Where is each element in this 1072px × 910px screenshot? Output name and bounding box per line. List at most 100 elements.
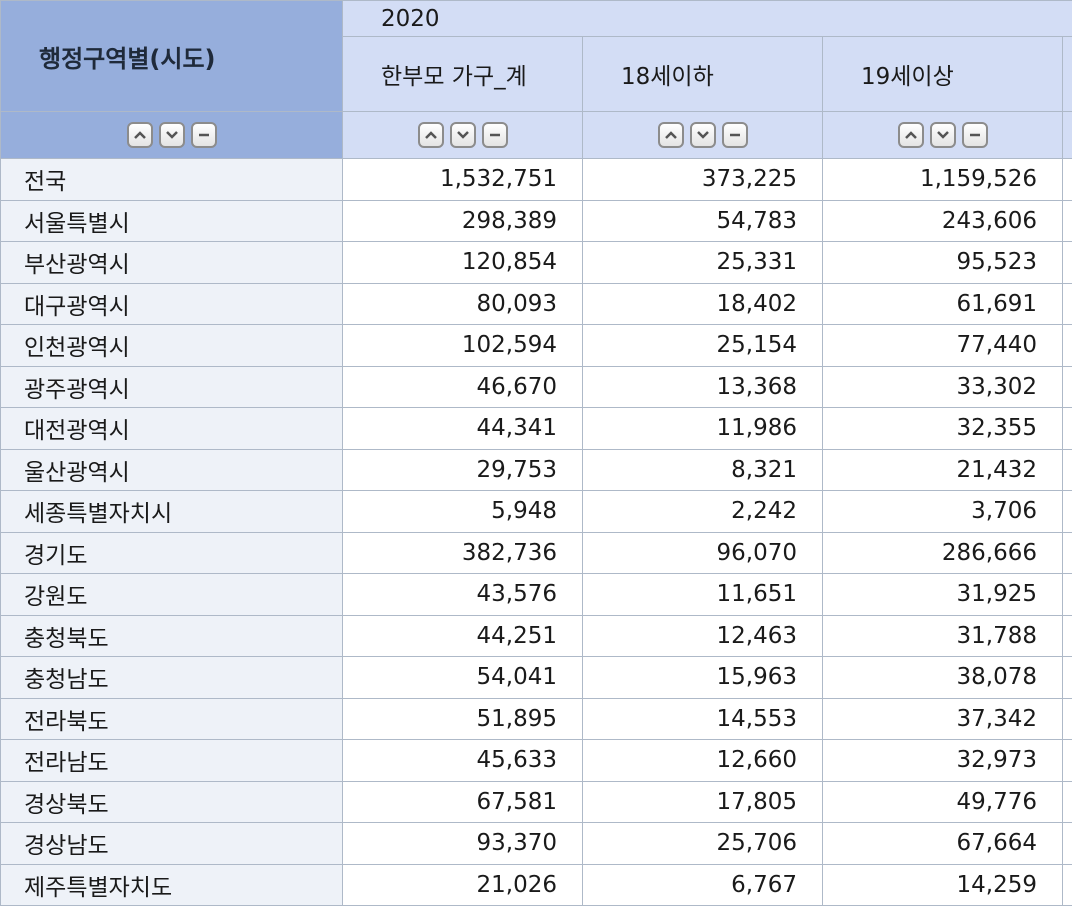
- value-cell: 25,154: [582, 324, 823, 367]
- region-label: 전국: [0, 158, 343, 201]
- region-label: 대전광역시: [0, 407, 343, 450]
- table-row: 세종특별자치시 5,948 2,242 3,706: [0, 490, 1072, 533]
- column-controls-cell: [822, 111, 1063, 159]
- sort-descending-button[interactable]: [689, 122, 716, 148]
- value-cell: 32,973: [822, 739, 1063, 782]
- table-row: 전국 1,532,751 373,225 1,159,526: [0, 158, 1072, 201]
- value-cell: 6,767: [582, 863, 823, 906]
- column-controls-cell: [342, 111, 583, 159]
- stub-header: 행정구역별(시도): [0, 0, 343, 112]
- value-cell: 3,706: [822, 490, 1063, 533]
- chevron-down-icon: [696, 131, 709, 139]
- value-cell: 54,783: [582, 199, 823, 242]
- value-cell: 21,432: [822, 448, 1063, 491]
- value-cell: 51,895: [342, 697, 583, 740]
- value-cell: 37,342: [822, 697, 1063, 740]
- sort-ascending-button[interactable]: [417, 122, 444, 148]
- region-label: 부산광역시: [0, 241, 343, 284]
- overflow-cell: [1061, 282, 1072, 325]
- overflow-cell: [1061, 199, 1072, 242]
- sort-controls: [126, 122, 217, 148]
- remove-item-button[interactable]: [961, 122, 988, 148]
- remove-item-button[interactable]: [721, 122, 748, 148]
- value-cell: 102,594: [342, 324, 583, 367]
- table-row: 강원도 43,576 11,651 31,925: [0, 573, 1072, 616]
- table-row: 경상남도 93,370 25,706 67,664: [0, 822, 1072, 865]
- value-cell: 44,341: [342, 407, 583, 450]
- pivot-grid: 행정구역별(시도) 2020 한부모 가구_계 18세이하 19세이상 전국 1…: [0, 0, 1072, 910]
- value-cell: 46,670: [342, 365, 583, 408]
- column-controls-overflow: [1061, 111, 1072, 159]
- value-cell: 2,242: [582, 490, 823, 533]
- overflow-cell: [1061, 656, 1072, 699]
- region-label: 경기도: [0, 531, 343, 574]
- value-cell: 12,660: [582, 739, 823, 782]
- value-cell: 43,576: [342, 573, 583, 616]
- table-row: 충청북도 44,251 12,463 31,788: [0, 614, 1072, 657]
- table-row: 충청남도 54,041 15,963 38,078: [0, 656, 1072, 699]
- table-row: 경기도 382,736 96,070 286,666: [0, 531, 1072, 574]
- value-cell: 8,321: [582, 448, 823, 491]
- table-row: 부산광역시 120,854 25,331 95,523: [0, 241, 1072, 284]
- value-cell: 18,402: [582, 282, 823, 325]
- region-label: 전라북도: [0, 697, 343, 740]
- table-row: 광주광역시 46,670 13,368 33,302: [0, 365, 1072, 408]
- table-row: 전라남도 45,633 12,660 32,973: [0, 739, 1072, 782]
- region-label: 세종특별자치시: [0, 490, 343, 533]
- value-cell: 44,251: [342, 614, 583, 657]
- remove-item-button[interactable]: [481, 122, 508, 148]
- value-cell: 17,805: [582, 780, 823, 823]
- value-cell: 11,651: [582, 573, 823, 616]
- statistics-table: 행정구역별(시도) 2020 한부모 가구_계 18세이하 19세이상 전국 1…: [0, 0, 1072, 906]
- sort-controls: [657, 122, 748, 148]
- overflow-cell: [1061, 697, 1072, 740]
- overflow-cell: [1061, 614, 1072, 657]
- region-label: 전라남도: [0, 739, 343, 782]
- region-label: 충청북도: [0, 614, 343, 657]
- value-cell: 31,788: [822, 614, 1063, 657]
- column-header: 18세이하: [582, 36, 823, 112]
- sort-descending-button[interactable]: [449, 122, 476, 148]
- table-row: 대구광역시 80,093 18,402 61,691: [0, 282, 1072, 325]
- value-cell: 13,368: [582, 365, 823, 408]
- sort-descending-button[interactable]: [929, 122, 956, 148]
- overflow-cell: [1061, 822, 1072, 865]
- overflow-cell: [1061, 490, 1072, 533]
- sort-descending-button[interactable]: [158, 122, 185, 148]
- value-cell: 12,463: [582, 614, 823, 657]
- table-body: 전국 1,532,751 373,225 1,159,526 서울특별시 298,389 5…: [0, 158, 1072, 906]
- sort-controls: [897, 122, 988, 148]
- overflow-cell: [1061, 573, 1072, 616]
- overflow-cell: [1061, 158, 1072, 201]
- value-cell: 80,093: [342, 282, 583, 325]
- chevron-up-icon: [133, 131, 146, 139]
- value-cell: 38,078: [822, 656, 1063, 699]
- chevron-up-icon: [664, 131, 677, 139]
- value-cell: 67,664: [822, 822, 1063, 865]
- sort-ascending-button[interactable]: [126, 122, 153, 148]
- region-label: 강원도: [0, 573, 343, 616]
- region-label: 제주특별자치도: [0, 863, 343, 906]
- table-row: 대전광역시 44,341 11,986 32,355: [0, 407, 1072, 450]
- table-row: 제주특별자치도 21,026 6,767 14,259: [0, 863, 1072, 906]
- column-header: 19세이상: [822, 36, 1063, 112]
- overflow-cell: [1061, 863, 1072, 906]
- table-row: 전라북도 51,895 14,553 37,342: [0, 697, 1072, 740]
- chevron-down-icon: [456, 131, 469, 139]
- sort-ascending-button[interactable]: [657, 122, 684, 148]
- overflow-cell: [1061, 241, 1072, 284]
- value-cell: 5,948: [342, 490, 583, 533]
- region-label: 서울특별시: [0, 199, 343, 242]
- column-header: 한부모 가구_계: [342, 36, 583, 112]
- value-cell: 286,666: [822, 531, 1063, 574]
- table-row: 울산광역시 29,753 8,321 21,432: [0, 448, 1072, 491]
- remove-item-button[interactable]: [190, 122, 217, 148]
- overflow-cell: [1061, 739, 1072, 782]
- value-cell: 382,736: [342, 531, 583, 574]
- value-cell: 32,355: [822, 407, 1063, 450]
- overflow-cell: [1061, 780, 1072, 823]
- sort-ascending-button[interactable]: [897, 122, 924, 148]
- value-cell: 11,986: [582, 407, 823, 450]
- value-cell: 14,553: [582, 697, 823, 740]
- chevron-up-icon: [904, 131, 917, 139]
